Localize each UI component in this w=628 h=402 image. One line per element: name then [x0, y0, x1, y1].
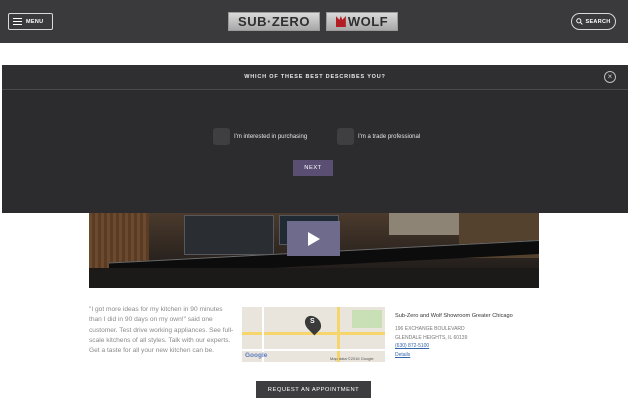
showroom-phone-link[interactable]: (630) 872-5100: [395, 342, 467, 351]
menu-button[interactable]: MENU: [8, 13, 53, 30]
showroom-address: 196 EXCHANGE BOULEVARD GLENDALE HEIGHTS,…: [395, 325, 467, 359]
request-appointment-button[interactable]: REQUEST AN APPOINTMENT: [256, 381, 371, 398]
showroom-name: Sub-Zero and Wolf Showroom Greater Chica…: [395, 313, 513, 319]
hamburger-icon: [13, 18, 22, 25]
play-icon: [307, 231, 320, 246]
map-attribution: Map data ©2016 Google: [330, 356, 374, 361]
option-purchasing-checkbox[interactable]: [213, 128, 230, 145]
map-park-area: [352, 310, 382, 328]
google-logo: Google: [245, 352, 268, 359]
search-label: SEARCH: [585, 18, 611, 25]
customer-quote: "I got more ideas for my kitchen in 90 m…: [89, 306, 234, 355]
wolf-logo-text: WOLF: [347, 14, 389, 29]
video-play-button[interactable]: [287, 221, 340, 256]
wolf-mark-icon: [335, 16, 346, 27]
address-city: GLENDALE HEIGHTS, IL 60139: [395, 334, 468, 341]
modal-title: WHICH OF THESE BEST DESCRIBES YOU?: [244, 74, 386, 80]
hero-appliance-wall: [184, 215, 274, 255]
search-button[interactable]: SEARCH: [571, 13, 616, 30]
option-trade-professional[interactable]: I'm a trade professional: [337, 128, 420, 145]
close-icon[interactable]: ×: [604, 71, 616, 83]
search-icon: [576, 18, 584, 25]
page: MENU SUB·ZERO WOLF SEARCH "I got more id…: [0, 0, 628, 402]
menu-label: MENU: [26, 18, 44, 25]
map-pin-label: S: [310, 318, 315, 325]
map-road: [242, 349, 385, 351]
modal-header: WHICH OF THESE BEST DESCRIBES YOU?: [2, 65, 628, 90]
showroom-map[interactable]: S Google Map data ©2016 Google: [242, 307, 385, 362]
subzero-logo-text: SUB·ZERO: [238, 14, 310, 29]
showroom-details-link[interactable]: Details: [395, 351, 467, 360]
map-road: [337, 307, 340, 362]
option-trade-checkbox[interactable]: [337, 128, 354, 145]
subzero-logo[interactable]: SUB·ZERO: [228, 12, 320, 31]
address-street: 196 EXCHANGE BOULEVARD: [395, 326, 465, 332]
option-trade-label: I'm a trade professional: [358, 133, 421, 140]
wolf-logo[interactable]: WOLF: [326, 12, 398, 31]
next-button[interactable]: NEXT: [293, 160, 333, 176]
hero-floor: [89, 268, 539, 288]
option-purchasing-label: I'm interested in purchasing: [234, 133, 308, 140]
option-purchasing[interactable]: I'm interested in purchasing: [213, 128, 307, 145]
audience-modal: WHICH OF THESE BEST DESCRIBES YOU? × I'm…: [2, 65, 628, 213]
hero-window: [389, 213, 459, 235]
site-header: MENU SUB·ZERO WOLF SEARCH: [0, 0, 628, 43]
